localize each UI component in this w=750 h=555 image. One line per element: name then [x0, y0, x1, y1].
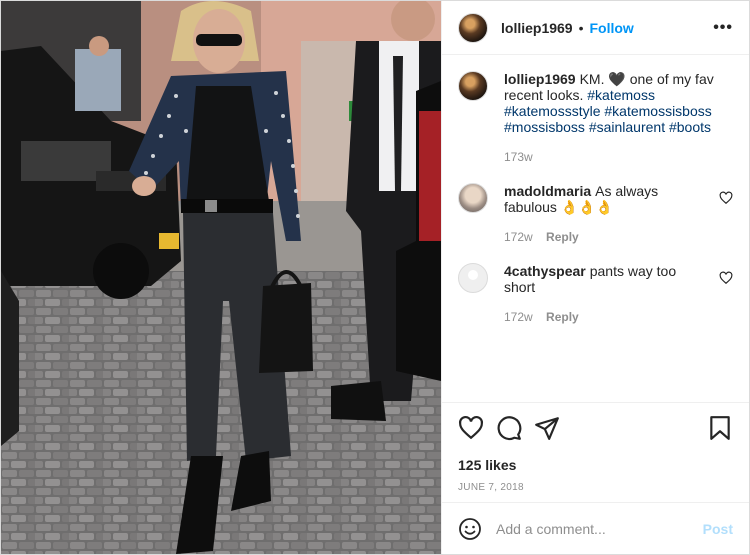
- caption-avatar[interactable]: [458, 71, 488, 101]
- author-avatar[interactable]: [458, 12, 488, 43]
- post-date[interactable]: June 7, 2018: [458, 482, 733, 493]
- post-side-panel: lolliep1969 • Follow ••• lolliep1969 KM. …: [441, 1, 749, 554]
- follow-button[interactable]: Follow: [590, 20, 634, 36]
- comment-row: madoldmaria As always fabulous 👌👌👌 172w R…: [458, 183, 733, 245]
- heart-icon[interactable]: [719, 191, 733, 205]
- post-photo[interactable]: [1, 1, 441, 554]
- comment-time[interactable]: 172w: [504, 310, 533, 324]
- share-icon[interactable]: [534, 415, 560, 441]
- caption-username[interactable]: lolliep1969: [504, 71, 576, 87]
- commenter-username[interactable]: 4cathyspear: [504, 263, 586, 279]
- comments-list: lolliep1969 KM. 🖤 one of my fav recent lo…: [442, 55, 749, 402]
- caption-meta: 173w: [504, 149, 733, 165]
- hashtag[interactable]: #katemossisboss: [604, 103, 711, 119]
- caption-row: lolliep1969 KM. 🖤 one of my fav recent lo…: [458, 71, 733, 165]
- hashtag[interactable]: #katemossstyle: [504, 103, 600, 119]
- bookmark-icon[interactable]: [707, 415, 733, 441]
- more-options-icon[interactable]: •••: [713, 19, 733, 37]
- reply-button[interactable]: Reply: [546, 310, 579, 324]
- emoji-icon[interactable]: [458, 517, 482, 541]
- comment-icon[interactable]: [496, 415, 522, 441]
- post-header: lolliep1969 • Follow •••: [442, 1, 749, 55]
- hashtag[interactable]: #mossisboss: [504, 119, 585, 135]
- reply-button[interactable]: Reply: [546, 230, 579, 244]
- caption-body: lolliep1969 KM. 🖤 one of my fav recent lo…: [504, 71, 733, 165]
- post-actions: 125 likes June 7, 2018: [442, 402, 749, 502]
- comment-meta: 172w Reply: [504, 309, 711, 325]
- hashtag[interactable]: #katemoss: [587, 87, 655, 103]
- likes-count[interactable]: 125 likes: [458, 457, 733, 473]
- hashtag[interactable]: #sainlaurent: [589, 119, 665, 135]
- hashtag[interactable]: #boots: [669, 119, 711, 135]
- commenter-username[interactable]: madoldmaria: [504, 183, 591, 199]
- caption-time[interactable]: 173w: [504, 150, 533, 164]
- commenter-avatar[interactable]: [458, 183, 488, 213]
- author-username[interactable]: lolliep1969: [501, 20, 573, 36]
- add-comment-bar: Add a comment... Post: [442, 502, 749, 554]
- heart-icon[interactable]: [458, 415, 484, 441]
- commenter-avatar[interactable]: [458, 263, 488, 293]
- comment-time[interactable]: 172w: [504, 230, 533, 244]
- comment-row: 4cathyspear pants way too short 172w Repl…: [458, 263, 733, 325]
- heart-icon[interactable]: [719, 271, 733, 285]
- comment-body: madoldmaria As always fabulous 👌👌👌 172w R…: [504, 183, 711, 245]
- action-icons: [458, 415, 733, 441]
- comment-body: 4cathyspear pants way too short 172w Repl…: [504, 263, 711, 325]
- separator-dot: •: [578, 19, 584, 36]
- post-comment-button[interactable]: Post: [703, 521, 733, 537]
- comment-meta: 172w Reply: [504, 229, 711, 245]
- comment-input[interactable]: Add a comment...: [496, 521, 703, 537]
- instagram-post: lolliep1969 • Follow ••• lolliep1969 KM. …: [0, 0, 750, 555]
